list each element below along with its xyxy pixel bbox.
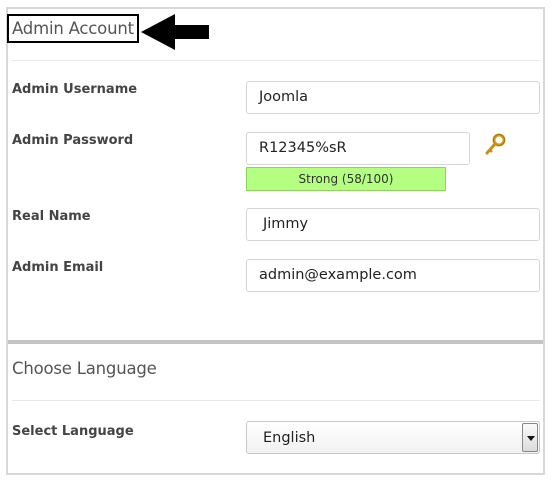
real-name-input[interactable]: Jimmy [246, 208, 540, 241]
password-strength-meter: Strong (58/100) [246, 167, 446, 191]
admin-password-input[interactable]: R12345%sR [246, 132, 470, 165]
admin-username-input[interactable]: Joomla [246, 81, 540, 114]
admin-username-label: Admin Username [12, 82, 138, 97]
section-divider [12, 400, 540, 401]
chevron-down-icon[interactable] [522, 423, 538, 452]
admin-password-label: Admin Password [12, 133, 134, 148]
choose-language-title: Choose Language [12, 359, 157, 378]
key-icon[interactable] [484, 132, 508, 156]
admin-email-input[interactable]: admin@example.com [246, 259, 540, 292]
title-highlight-box [7, 14, 139, 43]
section-divider [12, 60, 540, 61]
arrow-left-icon [141, 14, 209, 50]
real-name-label: Real Name [12, 209, 91, 224]
section-separator [8, 340, 543, 344]
language-select-value: English [263, 430, 316, 446]
admin-email-label: Admin Email [12, 260, 104, 275]
select-language-label: Select Language [12, 424, 134, 439]
language-select[interactable]: English [246, 421, 540, 454]
form-panel [6, 7, 545, 475]
